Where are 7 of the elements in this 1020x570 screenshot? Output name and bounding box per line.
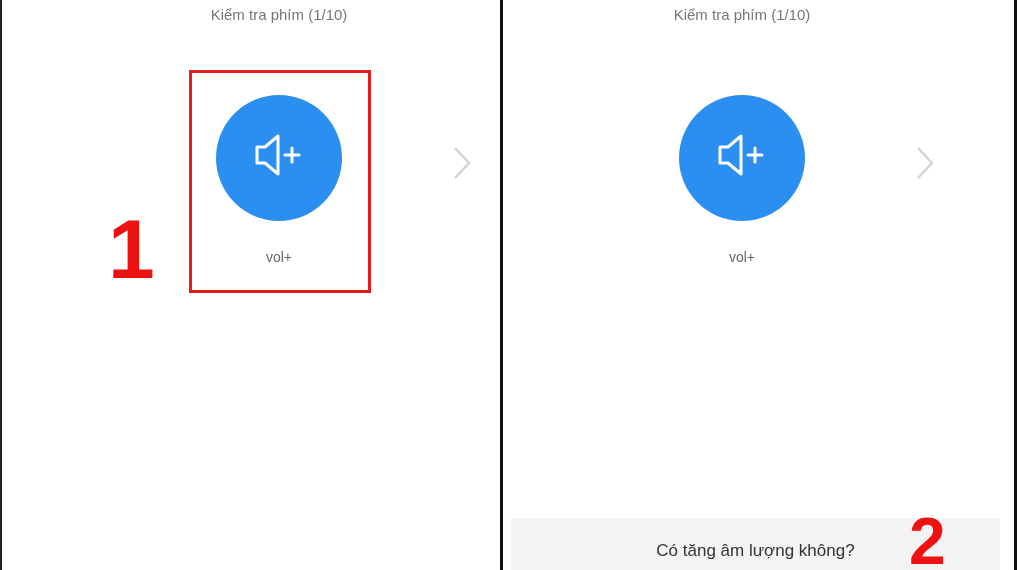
screen-title: Kiểm tra phím (1/10) <box>673 5 811 25</box>
step-number: 1 <box>108 207 155 291</box>
step-number: 2 <box>909 508 946 570</box>
key-label: vol+ <box>728 248 756 267</box>
prompt-text: Có tăng âm lượng không? <box>656 541 855 561</box>
screen-title: Kiểm tra phím (1/10) <box>210 5 348 25</box>
key-label: vol+ <box>265 248 293 267</box>
